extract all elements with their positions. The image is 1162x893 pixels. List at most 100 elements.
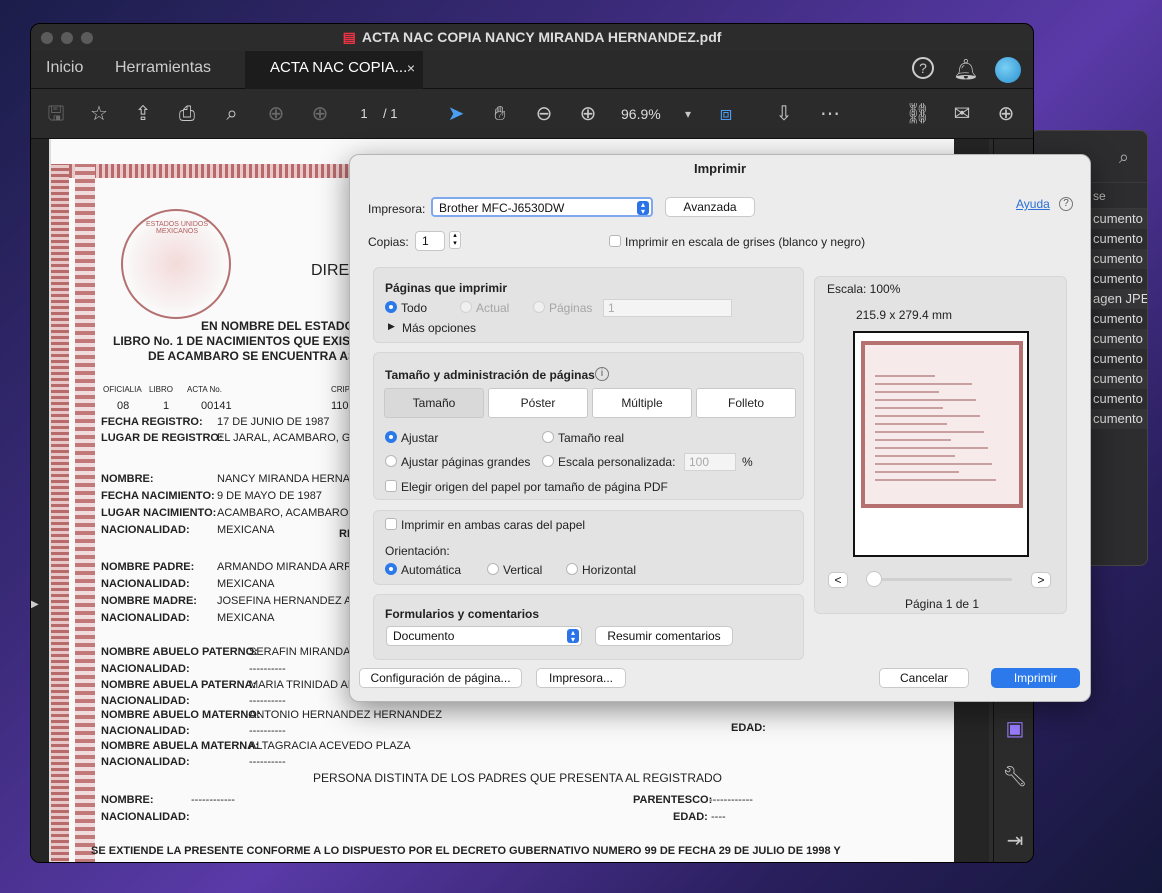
- paper-source-checkbox[interactable]: [385, 480, 397, 492]
- fit-radio[interactable]: [385, 431, 397, 443]
- field-value: NANCY MIRANDA HERNA: [217, 473, 351, 485]
- tab-home[interactable]: Inicio: [46, 51, 83, 89]
- field-value: MEXICANA: [217, 578, 275, 590]
- field-value: ANTONIO HERNANDEZ HERNANDEZ: [249, 709, 442, 721]
- table-header-cell: LIBRO: [149, 385, 174, 394]
- table-cell: 08: [117, 400, 130, 412]
- next-page-icon[interactable]: ⊕: [307, 102, 333, 126]
- pages-current-radio[interactable]: [460, 301, 472, 313]
- bell-icon[interactable]: 🔔︎: [953, 58, 979, 82]
- summarize-comments-button[interactable]: Resumir comentarios: [595, 626, 733, 646]
- hand-tool-icon[interactable]: ✋︎: [487, 102, 513, 126]
- printer-button[interactable]: Impresora...: [536, 668, 626, 688]
- share-link-icon[interactable]: ⛓: [905, 102, 931, 126]
- actual-size-radio[interactable]: [542, 431, 554, 443]
- preview-text-line: [875, 399, 976, 401]
- copies-stepper[interactable]: ▴ ▾: [449, 231, 461, 249]
- page-setup-button[interactable]: Configuración de página...: [359, 668, 522, 688]
- field-value: ALTAGRACIA ACEVEDO PLAZA: [249, 740, 411, 752]
- multiple-tab[interactable]: Múltiple: [592, 388, 692, 418]
- duplex-checkbox[interactable]: [385, 518, 397, 530]
- scroll-mode-icon[interactable]: ⇩: [771, 102, 797, 126]
- help-icon[interactable]: ?: [912, 57, 934, 79]
- field-value: MARIA TRINIDAD AR: [249, 679, 356, 691]
- star-icon[interactable]: ☆: [86, 102, 112, 126]
- previous-page-icon[interactable]: ⊕: [263, 102, 289, 126]
- forms-select[interactable]: Documento ▴ ▾: [386, 626, 582, 646]
- section-title: PERSONA DISTINTA DE LOS PADRES QUE PRESE…: [313, 771, 722, 785]
- cancel-button[interactable]: Cancelar: [879, 668, 969, 688]
- tab-tools[interactable]: Herramientas: [115, 51, 211, 89]
- forms-section-title: Formularios y comentarios: [385, 607, 540, 621]
- field-label: NACIONALIDAD:: [101, 578, 190, 590]
- select-pointer-icon[interactable]: ➤: [443, 102, 469, 126]
- orientation-horizontal-radio[interactable]: [566, 563, 578, 575]
- poster-tab[interactable]: Póster: [488, 388, 588, 418]
- table-cell: 00141: [201, 400, 232, 412]
- field-value: SERAFIN MIRANDA: [249, 646, 351, 658]
- zoom-level[interactable]: 96.9%: [621, 103, 661, 125]
- booklet-tab[interactable]: Folleto: [696, 388, 796, 418]
- print-dialog: Imprimir Impresora: Brother MFC-J6530DW …: [349, 154, 1091, 702]
- page-slider-thumb[interactable]: [866, 571, 882, 587]
- custom-scale-input[interactable]: 100: [684, 453, 736, 471]
- more-options-chevron-icon[interactable]: ▶: [388, 321, 395, 332]
- field-label: NACIONALIDAD:: [101, 663, 190, 675]
- orientation-auto-radio[interactable]: [385, 563, 397, 575]
- printer-select[interactable]: Brother MFC-J6530DW ▴ ▾: [431, 197, 653, 217]
- copies-label: Copias:: [368, 235, 409, 249]
- zoom-window-button[interactable]: [81, 32, 93, 44]
- paper-source-label: Elegir origen del papel por tamaño de pá…: [401, 480, 668, 494]
- email-icon[interactable]: ✉: [949, 102, 975, 126]
- advanced-button[interactable]: Avanzada: [665, 197, 755, 217]
- page-number-input[interactable]: 1: [349, 103, 379, 125]
- page-slider-track[interactable]: [870, 578, 1012, 581]
- pages-range-radio[interactable]: [533, 301, 545, 313]
- previous-page-button[interactable]: <: [828, 572, 848, 588]
- field-label: NOMBRE ABUELA MATERNA:: [101, 740, 259, 752]
- orientation-vertical-radio[interactable]: [487, 563, 499, 575]
- minimize-window-button[interactable]: [61, 32, 73, 44]
- upload-cloud-icon[interactable]: ⇪: [130, 102, 156, 126]
- copies-input[interactable]: 1: [415, 231, 445, 251]
- pages-all-radio[interactable]: [385, 301, 397, 313]
- help-icon[interactable]: ?: [1059, 197, 1073, 211]
- find-icon[interactable]: ⌕: [219, 102, 245, 126]
- avatar[interactable]: [995, 57, 1021, 83]
- preview-text-line: [875, 455, 955, 457]
- close-window-button[interactable]: [41, 32, 53, 44]
- orientation-label: Orientación:: [385, 544, 450, 558]
- fit-page-icon[interactable]: ⧈: [713, 102, 739, 126]
- tab-document[interactable]: ACTA NAC COPIA... ×: [245, 51, 423, 89]
- next-page-button[interactable]: >: [1031, 572, 1051, 588]
- zoom-out-icon[interactable]: ⊖: [531, 102, 557, 126]
- shrink-radio[interactable]: [385, 455, 397, 467]
- more-options-label[interactable]: Más opciones: [402, 321, 476, 335]
- close-tab-icon[interactable]: ×: [407, 51, 415, 85]
- collapse-panel-icon[interactable]: ⇥: [1002, 829, 1028, 853]
- info-icon[interactable]: i: [595, 367, 609, 381]
- wrench-add-icon[interactable]: 🔧︎: [1002, 765, 1028, 789]
- doc-line2: LIBRO No. 1 DE NACIMIENTOS QUE EXIST: [113, 334, 358, 348]
- shrink-label: Ajustar páginas grandes: [401, 455, 531, 469]
- print-icon[interactable]: ⎙: [174, 102, 200, 126]
- zoom-dropdown-chevron-icon[interactable]: ▾: [675, 102, 701, 126]
- doc-header: DIRE: [311, 262, 350, 279]
- orientation-horizontal-label: Horizontal: [582, 563, 637, 577]
- grayscale-checkbox[interactable]: [609, 235, 621, 247]
- size-tab[interactable]: Tamaño: [384, 388, 484, 418]
- zoom-in-icon[interactable]: ⊕: [575, 102, 601, 126]
- field-label: FECHA REGISTRO:: [101, 416, 203, 428]
- form-tool-icon[interactable]: ▣: [1002, 717, 1028, 741]
- help-link[interactable]: Ayuda: [1016, 197, 1050, 211]
- custom-scale-radio[interactable]: [542, 455, 554, 467]
- search-icon[interactable]: ⌕: [1119, 147, 1129, 168]
- expand-left-panel-icon[interactable]: ▶: [31, 599, 39, 610]
- more-tools-icon[interactable]: ⋯: [817, 102, 843, 126]
- preview-text-line: [875, 423, 947, 425]
- add-user-icon[interactable]: ⊕: [993, 102, 1019, 126]
- save-icon[interactable]: 🖫: [43, 102, 69, 126]
- pages-range-input[interactable]: 1: [603, 299, 732, 317]
- print-button[interactable]: Imprimir: [991, 668, 1080, 688]
- page-total: / 1: [383, 106, 398, 121]
